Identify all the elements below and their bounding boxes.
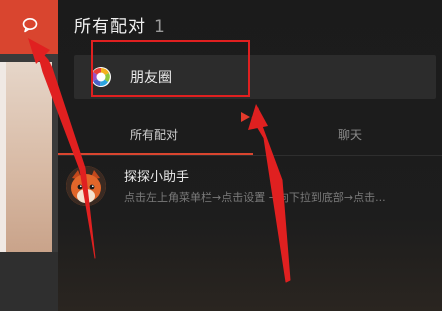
list-item[interactable]: 探探小助手 点击左上角菜单栏→点击设置 →向下拉到底部→点击...	[58, 158, 442, 214]
left-bottom-area	[0, 252, 58, 311]
page-title-text: 所有配对	[74, 17, 146, 37]
page-title: 所有配对 1	[74, 12, 166, 37]
list-item-title: 探探小助手	[124, 170, 190, 185]
screen: 所有配对 1 朋友圈 所有配对 聊天 探探小助手 点击左上角菜单栏→点击设置 →…	[0, 0, 442, 311]
moments-label: 朋友圈	[130, 70, 172, 86]
chat-menu-button[interactable]	[0, 0, 58, 54]
fox-avatar-icon	[66, 166, 106, 206]
left-sidebar	[0, 0, 58, 311]
chat-bubble-icon	[22, 18, 38, 33]
list-item-subtitle: 点击左上角菜单栏→点击设置 →向下拉到底部→点击...	[124, 191, 386, 204]
tab-all-matches[interactable]: 所有配对	[130, 126, 178, 143]
tab-bar: 所有配对 聊天	[58, 118, 442, 156]
match-count: 1	[154, 17, 166, 37]
background-card-edge	[0, 62, 6, 252]
tab-chat[interactable]: 聊天	[338, 126, 362, 143]
tab-arrow-marker	[241, 112, 250, 122]
moments-entry[interactable]: 朋友圈	[74, 55, 436, 99]
moments-icon	[91, 67, 111, 87]
tab-divider	[58, 155, 442, 156]
matches-panel: 所有配对 1 朋友圈 所有配对 聊天 探探小助手 点击左上角菜单栏→点击设置 →…	[58, 0, 442, 311]
background-card	[0, 62, 52, 252]
avatar	[66, 166, 106, 206]
